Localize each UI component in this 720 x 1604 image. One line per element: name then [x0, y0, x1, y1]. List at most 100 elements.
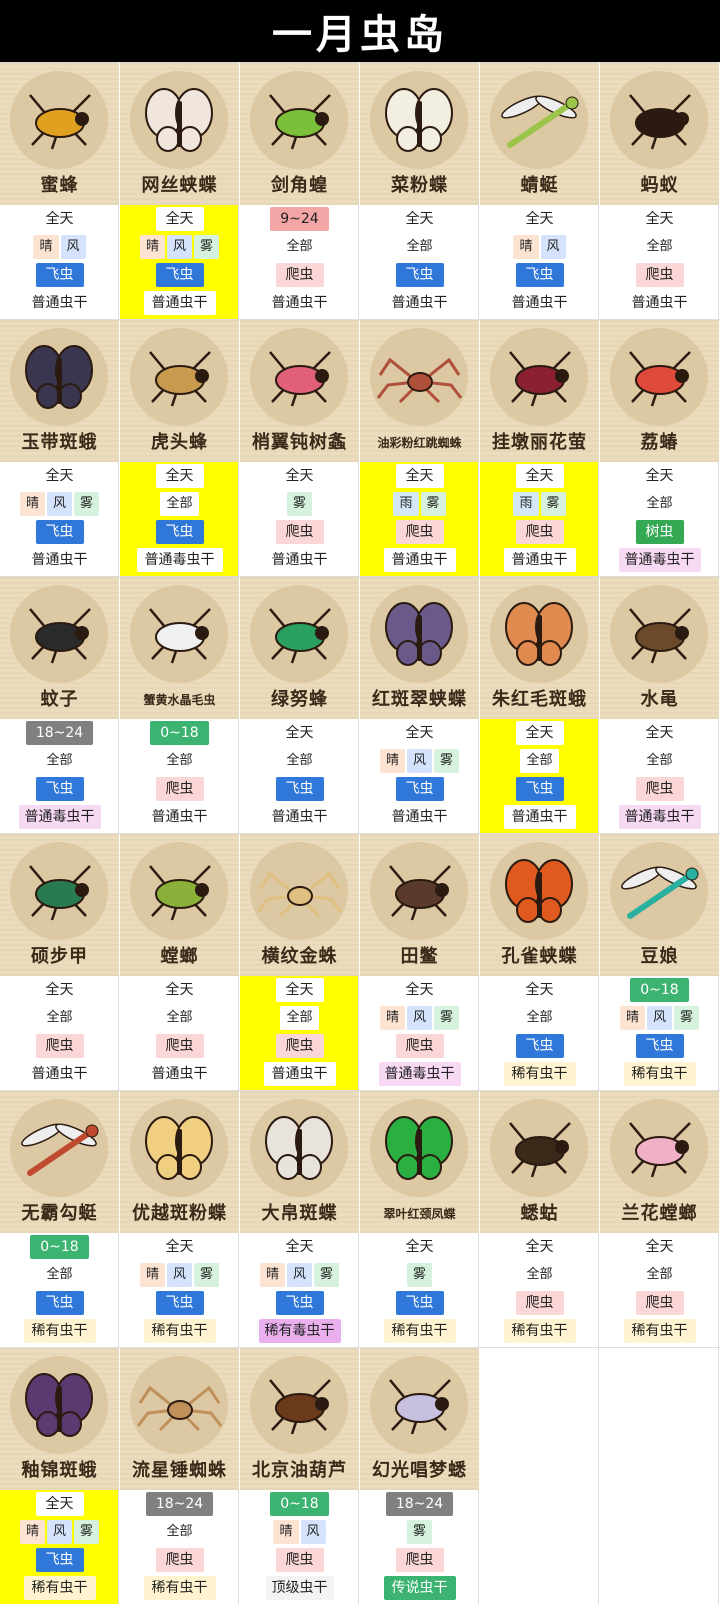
weather-chip: 风 [406, 1006, 432, 1030]
bug-card[interactable]: 大帛斑蝶 全天晴风雾飞虫 稀有毒虫干 [240, 1091, 359, 1347]
bug-portrait: 菜粉蝶 [360, 63, 479, 205]
weather-chip: 晴 [619, 1006, 645, 1030]
bait-chip: 稀有虫干 [503, 1319, 576, 1343]
bug-card[interactable]: 蚂蚁 全天 全部 爬虫 普通虫干 [600, 63, 719, 319]
bug-card[interactable]: 蚊子 18~24 全部 飞虫 普通毒虫干 [0, 577, 119, 833]
bug-card[interactable]: 横纹金蛛 全天 全部 爬虫 普通虫干 [240, 834, 359, 1090]
bug-card[interactable]: 红斑翠蛱蝶 全天晴风雾飞虫 普通虫干 [360, 577, 479, 833]
bug-type-chip: 爬虫 [395, 1548, 444, 1572]
bug-type-chip: 飞虫 [515, 263, 564, 287]
time-chip: 全天 [395, 464, 444, 488]
bait-chip: 普通虫干 [23, 291, 96, 315]
bug-portrait: 红斑翠蛱蝶 [360, 577, 479, 719]
bug-portrait: 网丝蛱蝶 [120, 63, 239, 205]
bait-chip: 普通虫干 [383, 548, 456, 572]
bait-chip: 普通毒虫干 [618, 548, 701, 572]
time-chip: 全天 [275, 721, 324, 745]
bug-card[interactable]: 虎头蜂 全天 全部 飞虫 普通毒虫干 [120, 320, 239, 576]
bug-card[interactable]: 绿努蜂 全天 全部 飞虫 普通虫干 [240, 577, 359, 833]
bug-card[interactable]: 剑角蝗 9~24 全部 爬虫 普通虫干 [240, 63, 359, 319]
time-chip: 全天 [635, 464, 684, 488]
bug-type-chip: 飞虫 [35, 520, 84, 544]
time-chip: 全天 [155, 207, 204, 231]
time-chip: 18~24 [385, 1492, 454, 1516]
bug-name: 蟋蛄 [520, 1203, 559, 1224]
weather-chip: 风 [286, 1263, 312, 1287]
bug-card[interactable]: 豆娘 0~18 晴风雾飞虫 稀有虫干 [600, 834, 719, 1090]
bait-chip: 普通虫干 [23, 548, 96, 572]
weather-chip: 风 [46, 1520, 72, 1544]
bug-card[interactable]: 水黾 全天 全部 爬虫 普通毒虫干 [600, 577, 719, 833]
bug-card[interactable]: 朱红毛斑蛾 全天 全部 飞虫 普通虫干 [480, 577, 599, 833]
weather-chip: 风 [300, 1520, 326, 1544]
bug-portrait: 蜜蜂 [0, 63, 119, 205]
bait-chip: 稀有虫干 [623, 1319, 696, 1343]
bug-name: 豆娘 [640, 946, 679, 967]
bug-portrait: 蟋蛄 [480, 1091, 599, 1233]
bait-chip: 稀有虫干 [143, 1319, 216, 1343]
bug-card[interactable]: 幻光唱梦蟋 18~24 雾爬虫 传说虫干 [360, 1348, 479, 1604]
bug-type-chip: 爬虫 [275, 1548, 324, 1572]
bug-portrait: 兰花螳螂 [600, 1091, 719, 1233]
bug-card[interactable]: 荔蝽 全天 全部 树虫 普通毒虫干 [600, 320, 719, 576]
bug-name: 虎头蜂 [151, 432, 208, 453]
bug-card[interactable]: 蜜蜂 全天晴风飞虫 普通虫干 [0, 63, 119, 319]
bug-card[interactable]: 梢翼钝树螽 全天雾爬虫 普通虫干 [240, 320, 359, 576]
bug-type-chip: 飞虫 [275, 1291, 324, 1315]
bug-name: 翠叶红颈凤蝶 [383, 1207, 456, 1221]
bug-name: 螳螂 [160, 946, 199, 967]
bug-card[interactable]: 蟋蛄 全天 全部 爬虫 稀有虫干 [480, 1091, 599, 1347]
bug-card[interactable]: 油彩粉红跳蜘蛛 全天雨雾爬虫 普通虫干 [360, 320, 479, 576]
bug-type-chip: 爬虫 [635, 263, 684, 287]
bug-card[interactable]: 孔雀蛱蝶 全天 全部 飞虫 稀有虫干 [480, 834, 599, 1090]
bug-name: 剑角蝗 [271, 175, 328, 196]
bug-card[interactable]: 玉带斑蛾 全天晴风雾飞虫 普通虫干 [0, 320, 119, 576]
bug-portrait: 优越斑粉蝶 [120, 1091, 239, 1233]
bug-portrait: 水黾 [600, 577, 719, 719]
bug-type-chip: 飞虫 [35, 1291, 84, 1315]
bug-portrait: 螳螂 [120, 834, 239, 976]
bug-type-chip: 爬虫 [395, 520, 444, 544]
bug-card[interactable]: 菜粉蝶 全天 全部 飞虫 普通虫干 [360, 63, 479, 319]
bug-card[interactable]: 翠叶红颈凤蝶 全天雾飞虫 稀有虫干 [360, 1091, 479, 1347]
weather-chip: 雾 [420, 492, 446, 516]
weather-chip: 晴 [19, 492, 45, 516]
bait-chip: 普通毒虫干 [378, 1062, 461, 1086]
bait-chip: 稀有虫干 [383, 1319, 456, 1343]
bug-card[interactable]: 挂墩丽花萤 全天雨雾爬虫 普通虫干 [480, 320, 599, 576]
time-chip: 全天 [35, 978, 84, 1002]
bug-card[interactable]: 北京油葫芦 0~18 晴风爬虫 顶级虫干 [240, 1348, 359, 1604]
bait-chip: 稀有虫干 [503, 1062, 576, 1086]
bug-portrait: 豆娘 [600, 834, 719, 976]
time-chip: 全天 [635, 207, 684, 231]
weather-chip: 雾 [540, 492, 566, 516]
bug-card[interactable]: 优越斑粉蝶 全天晴风雾飞虫 稀有虫干 [120, 1091, 239, 1347]
bug-portrait: 梢翼钝树螽 [240, 320, 359, 462]
bug-card[interactable]: 田鳖 全天晴风雾爬虫 普通毒虫干 [360, 834, 479, 1090]
weather-chip: 雨 [513, 492, 539, 516]
bug-card[interactable]: 流星锤蜘蛛 18~24 全部 爬虫 稀有虫干 [120, 1348, 239, 1604]
bug-card[interactable]: 无霸勾蜓 0~18 全部 飞虫 稀有虫干 [0, 1091, 119, 1347]
bug-type-chip: 飞虫 [395, 263, 444, 287]
bug-name: 朱红毛斑蛾 [492, 689, 587, 710]
bug-type-chip: 飞虫 [35, 1548, 84, 1572]
time-chip: 全天 [35, 207, 84, 231]
bug-row: 玉带斑蛾 全天晴风雾飞虫 普通虫干 虎头蜂 全天 全部 飞虫 普通毒虫干 梢翼钝树螽 全天雾爬虫普… [0, 319, 720, 576]
bug-card[interactable]: 蜻蜓 全天晴风飞虫 普通虫干 [480, 63, 599, 319]
bug-card[interactable]: 蟹黄水晶毛虫 0~18 全部 爬虫 普通虫干 [120, 577, 239, 833]
weather-chip: 风 [166, 1263, 192, 1287]
bug-type-chip: 爬虫 [515, 520, 564, 544]
bug-card[interactable]: 兰花螳螂 全天 全部 爬虫 稀有虫干 [600, 1091, 719, 1347]
time-chip: 全天 [515, 1235, 564, 1259]
weather-chip: 雨 [393, 492, 419, 516]
bug-portrait: 田鳖 [360, 834, 479, 976]
bait-chip: 稀有毒虫干 [258, 1319, 341, 1343]
weather-chip: 雾 [286, 492, 312, 516]
time-chip: 全天 [395, 978, 444, 1002]
weather-chip: 全部 [280, 1006, 319, 1030]
bug-card[interactable]: 螳螂 全天 全部 爬虫 普通虫干 [120, 834, 239, 1090]
bug-card[interactable]: 釉锦斑蛾 全天晴风雾飞虫 稀有虫干 [0, 1348, 119, 1604]
bug-card[interactable]: 网丝蛱蝶 全天晴风雾飞虫 普通虫干 [120, 63, 239, 319]
bug-card[interactable]: 硕步甲 全天 全部 爬虫 普通虫干 [0, 834, 119, 1090]
bug-name: 蟹黄水晶毛虫 [143, 693, 216, 707]
